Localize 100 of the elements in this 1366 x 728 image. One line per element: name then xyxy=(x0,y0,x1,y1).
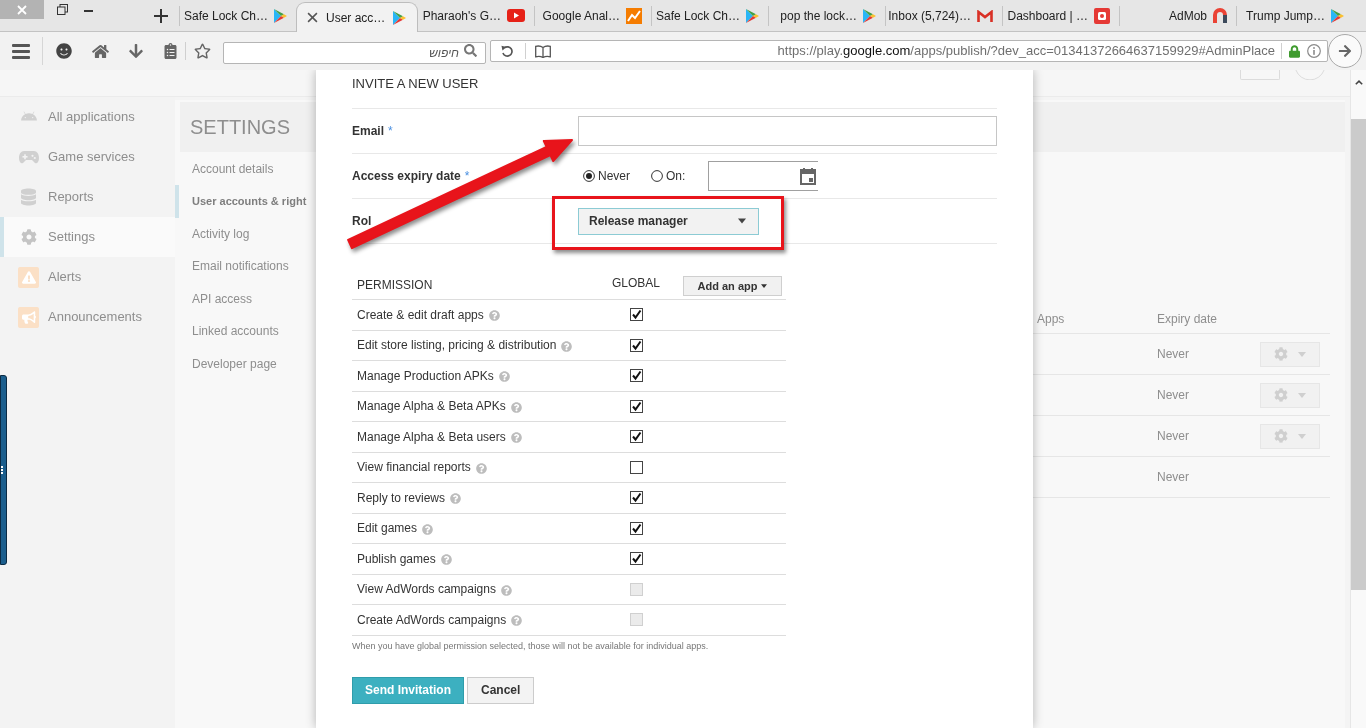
book-icon[interactable] xyxy=(535,44,551,58)
checkbox[interactable] xyxy=(629,369,643,383)
down-arrow-icon[interactable] xyxy=(129,43,143,59)
home-icon[interactable] xyxy=(92,43,109,59)
gear-icon xyxy=(1274,388,1288,402)
close-icon xyxy=(17,4,27,15)
browser-tab[interactable]: pop the lock… xyxy=(769,0,885,31)
checkbox[interactable] xyxy=(629,460,643,474)
smiley-icon[interactable] xyxy=(56,43,72,59)
permission-label: Create & edit draft apps xyxy=(357,306,484,324)
permission-label: Reply to reviews xyxy=(357,489,446,507)
required-mark: * xyxy=(464,168,470,185)
radio-label: Never xyxy=(598,168,630,185)
checkbox[interactable] xyxy=(629,338,643,352)
checkbox[interactable] xyxy=(629,308,643,322)
chevron-up-icon[interactable] xyxy=(1354,80,1363,85)
caret-icon xyxy=(1298,351,1306,357)
go-button[interactable] xyxy=(1328,34,1362,68)
gear-icon xyxy=(1274,429,1288,443)
nav-label: Reports xyxy=(48,188,94,207)
checkbox[interactable] xyxy=(629,491,643,505)
nav-label: All applications xyxy=(48,108,135,127)
nav-label: Game services xyxy=(48,148,135,167)
permission-label: Edit games xyxy=(357,520,418,538)
dialog-title: INVITE A NEW USER xyxy=(352,76,479,91)
star-icon[interactable] xyxy=(194,43,211,59)
arch-logo-icon xyxy=(1213,8,1227,23)
settings-title: SETTINGS xyxy=(190,115,290,140)
field-label: Access expiry date xyxy=(352,168,461,185)
line-chart-icon xyxy=(626,7,642,24)
clipboard-icon[interactable] xyxy=(164,43,177,59)
restore-window-icon[interactable] xyxy=(57,4,68,15)
right-arrow-icon xyxy=(1338,44,1352,58)
mail-icon xyxy=(977,9,993,22)
browser-tab[interactable]: Safe Lock Ch… xyxy=(652,0,768,31)
table-cell-text: Never xyxy=(1156,469,1190,486)
search-icon xyxy=(464,44,477,57)
column-header: Apps xyxy=(1036,311,1066,328)
browser-tab[interactable]: Inbox (5,724)… xyxy=(886,0,1002,31)
triangle-logo-icon xyxy=(863,8,876,23)
nav-label: Settings xyxy=(48,228,95,247)
field-label: Email xyxy=(352,123,384,140)
video-play-icon xyxy=(507,9,525,22)
scrollbar-thumb[interactable] xyxy=(1351,119,1366,590)
permission-label: View AdWords campaigns xyxy=(357,581,496,599)
checkbox[interactable] xyxy=(629,521,643,535)
permission-label: Manage Alpha & Beta APKs xyxy=(357,398,506,416)
role-select[interactable]: Release manager xyxy=(578,207,759,235)
radio-button[interactable] xyxy=(583,170,595,182)
address-bar[interactable]: https://play.google.com/apps/publish/?dev_acc=01341372664637159929#AdminPlace xyxy=(490,40,1328,62)
menu-icon[interactable] xyxy=(12,43,30,59)
field-label: Rol xyxy=(352,213,372,230)
lock-icon[interactable] xyxy=(1289,44,1300,58)
browser-tab[interactable]: Trump Jump… xyxy=(1237,0,1353,31)
table-cell-text: Never xyxy=(1156,387,1190,404)
close-icon[interactable] xyxy=(307,12,318,23)
cancel-button[interactable]: Cancel xyxy=(467,676,535,704)
gear-icon xyxy=(1274,347,1288,361)
browser-tab[interactable]: AdMob xyxy=(1120,0,1236,31)
caret-icon xyxy=(1298,392,1306,398)
caret-icon xyxy=(1298,433,1306,439)
gear-icon xyxy=(20,229,37,245)
hint-text: When you have global permission selected, those will not be available for individual apps. xyxy=(352,639,710,652)
date-field[interactable] xyxy=(708,161,818,191)
browser-tab[interactable]: Pharaoh's G… xyxy=(418,0,534,31)
caret-icon xyxy=(761,284,768,288)
email-field[interactable] xyxy=(578,116,997,146)
table-cell-text: Never xyxy=(1156,346,1190,363)
radio-button[interactable] xyxy=(651,170,663,182)
triangle-logo-icon xyxy=(1331,8,1344,23)
column-header: GLOBAL xyxy=(611,275,661,292)
column-header: PERMISSION xyxy=(356,276,434,294)
table-cell-text: Never xyxy=(1156,428,1190,445)
permission-label: View financial reports xyxy=(357,459,471,477)
browser-tab[interactable]: User acc… xyxy=(296,2,418,32)
plus-icon[interactable] xyxy=(154,9,168,23)
database-icon xyxy=(21,188,36,206)
info-icon[interactable] xyxy=(1307,44,1321,58)
browser-tab[interactable]: Dashboard | … xyxy=(1003,0,1119,31)
nav-label: Alerts xyxy=(48,268,82,287)
square-logo-icon xyxy=(1094,7,1110,24)
caret-icon xyxy=(738,218,746,224)
checkbox[interactable] xyxy=(629,552,643,566)
checkbox[interactable] xyxy=(629,430,643,444)
permission-label: Manage Production APKs xyxy=(357,367,494,385)
triangle-logo-icon xyxy=(746,8,759,23)
required-mark: * xyxy=(388,123,393,140)
permission-label: Create AdWords campaigns xyxy=(357,611,507,629)
permission-label: Edit store listing, pricing & distribution xyxy=(357,337,557,355)
checkbox[interactable] xyxy=(629,399,643,413)
add-app-button[interactable]: Add an app xyxy=(683,276,782,296)
browser-tab[interactable]: Safe Lock Ch… xyxy=(180,0,296,31)
gamepad-icon xyxy=(18,150,39,164)
permission-label: Manage Alpha & Beta users xyxy=(357,428,506,446)
search-field[interactable]: חיפוש xyxy=(223,42,486,64)
calendar-icon[interactable] xyxy=(800,167,816,185)
megaphone-icon xyxy=(18,306,39,328)
browser-tab[interactable]: Google Anal… xyxy=(535,0,651,31)
permission-label: Publish games xyxy=(357,550,436,568)
reload-icon[interactable] xyxy=(501,44,514,58)
